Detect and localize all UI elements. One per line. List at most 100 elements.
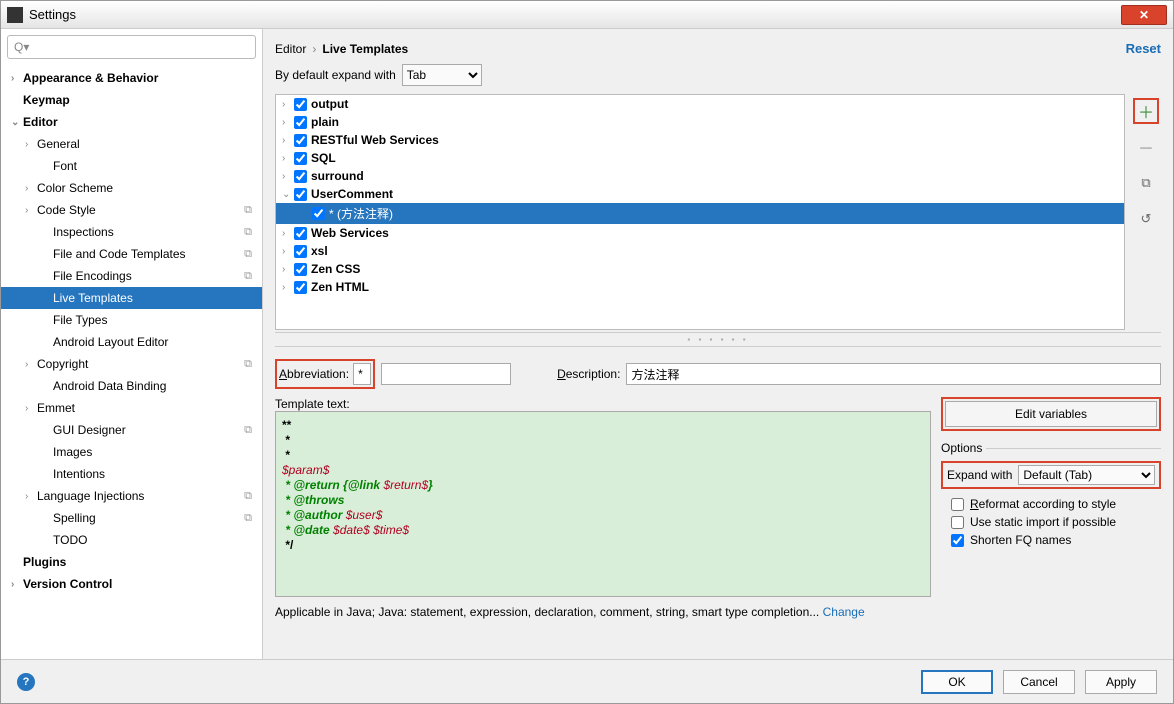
template-item[interactable]: ›surround	[276, 167, 1124, 185]
sidebar-item-label: Keymap	[23, 93, 70, 107]
sidebar-item[interactable]: ›Emmet	[1, 397, 262, 419]
sidebar: Q▾ ›Appearance & BehaviorKeymap⌄Editor›G…	[1, 29, 263, 659]
scope-icon: ⧉	[244, 512, 252, 525]
settings-tree[interactable]: ›Appearance & BehaviorKeymap⌄Editor›Gene…	[1, 65, 262, 659]
template-label: xsl	[311, 244, 328, 258]
sidebar-item-label: Emmet	[37, 401, 75, 415]
edit-variables-button[interactable]: Edit variables	[945, 401, 1157, 427]
sidebar-item-label: Editor	[23, 115, 58, 129]
chevron-icon: ›	[282, 171, 294, 182]
abbreviation-label: Abbreviation:	[279, 367, 349, 381]
scope-icon: ⧉	[244, 248, 252, 261]
template-checkbox[interactable]	[294, 152, 307, 165]
sidebar-item[interactable]: Spelling⧉	[1, 507, 262, 529]
description-input[interactable]	[626, 363, 1161, 385]
sidebar-item[interactable]: File and Code Templates⧉	[1, 243, 262, 265]
sidebar-item-label: Code Style	[37, 203, 96, 217]
sidebar-item[interactable]: Android Layout Editor	[1, 331, 262, 353]
sidebar-item[interactable]: ›Code Style⧉	[1, 199, 262, 221]
template-item[interactable]: ›Web Services	[276, 224, 1124, 242]
sidebar-item[interactable]: Android Data Binding	[1, 375, 262, 397]
sidebar-item-label: Inspections	[53, 225, 114, 239]
sidebar-item[interactable]: ›Version Control	[1, 573, 262, 595]
sidebar-item[interactable]: ›Appearance & Behavior	[1, 67, 262, 89]
template-checkbox[interactable]	[294, 281, 307, 294]
template-checkbox[interactable]	[294, 188, 307, 201]
options-title: Options	[941, 441, 982, 455]
sidebar-item[interactable]: Images	[1, 441, 262, 463]
sidebar-item[interactable]: Inspections⧉	[1, 221, 262, 243]
template-item[interactable]: ⌄UserComment	[276, 185, 1124, 203]
ok-button[interactable]: OK	[921, 670, 993, 694]
template-item[interactable]: ›output	[276, 95, 1124, 113]
template-checkbox[interactable]	[294, 98, 307, 111]
drag-handle[interactable]: ▪ ▪ ▪ ▪ ▪ ▪	[275, 332, 1161, 347]
abbreviation-row: Abbreviation: Description:	[275, 359, 1161, 389]
template-checkbox[interactable]	[294, 134, 307, 147]
static-import-checkbox[interactable]	[951, 516, 964, 529]
sidebar-item[interactable]: GUI Designer⧉	[1, 419, 262, 441]
chevron-icon: ⌄	[282, 189, 294, 200]
options-box: Options Expand with Default (Tab) Reform…	[941, 441, 1161, 549]
chevron-icon: ›	[282, 135, 294, 146]
sidebar-item[interactable]: File Encodings⧉	[1, 265, 262, 287]
chevron-icon: ›	[282, 117, 294, 128]
template-item[interactable]: ›Zen HTML	[276, 278, 1124, 296]
reset-link[interactable]: Reset	[1126, 41, 1161, 56]
sidebar-item[interactable]: Intentions	[1, 463, 262, 485]
search-input[interactable]	[33, 40, 249, 54]
template-checkbox[interactable]	[294, 227, 307, 240]
remove-template-button[interactable]: －	[1133, 134, 1159, 160]
template-checkbox[interactable]	[312, 207, 325, 220]
shorten-fq-label: Shorten FQ names	[970, 533, 1071, 547]
template-item[interactable]: ›plain	[276, 113, 1124, 131]
add-template-button[interactable]: ＋	[1133, 98, 1159, 124]
dialog-footer: ? OK Cancel Apply	[1, 659, 1173, 703]
sidebar-item[interactable]: ⌄Editor	[1, 111, 262, 133]
help-button[interactable]: ?	[17, 673, 35, 691]
abbreviation-full-input[interactable]	[381, 363, 511, 385]
template-item[interactable]: * (方法注释)	[276, 203, 1124, 224]
chevron-icon: ›	[11, 73, 23, 84]
expand-with-select[interactable]: Default (Tab)	[1018, 465, 1155, 485]
templates-list[interactable]: ›output›plain›RESTful Web Services›SQL›s…	[275, 94, 1125, 330]
template-label: output	[311, 97, 348, 111]
change-context-link[interactable]: Change	[823, 605, 865, 619]
sidebar-item[interactable]: Plugins	[1, 551, 262, 573]
window-title: Settings	[29, 7, 1121, 22]
search-box[interactable]: Q▾	[7, 35, 256, 59]
sidebar-item-label: Intentions	[53, 467, 105, 481]
chevron-icon: ›	[25, 491, 37, 502]
apply-button[interactable]: Apply	[1085, 670, 1157, 694]
template-item[interactable]: ›xsl	[276, 242, 1124, 260]
template-text-editor[interactable]: ** * * $param$ * @return {@link $return$…	[275, 411, 931, 597]
breadcrumb: Editor › Live Templates Reset	[275, 39, 1161, 64]
restore-template-button[interactable]: ↺	[1133, 206, 1159, 232]
template-checkbox[interactable]	[294, 116, 307, 129]
copy-template-button[interactable]: ⧉	[1133, 170, 1159, 196]
sidebar-item[interactable]: ›Copyright⧉	[1, 353, 262, 375]
reformat-checkbox[interactable]	[951, 498, 964, 511]
sidebar-item-label: Appearance & Behavior	[23, 71, 158, 85]
sidebar-item[interactable]: TODO	[1, 529, 262, 551]
sidebar-item[interactable]: Keymap	[1, 89, 262, 111]
default-expand-select[interactable]: Tab	[402, 64, 482, 86]
template-checkbox[interactable]	[294, 263, 307, 276]
template-checkbox[interactable]	[294, 170, 307, 183]
close-button[interactable]: ✕	[1121, 5, 1167, 25]
template-checkbox[interactable]	[294, 245, 307, 258]
template-item[interactable]: ›Zen CSS	[276, 260, 1124, 278]
shorten-fq-checkbox[interactable]	[951, 534, 964, 547]
description-label: Description:	[557, 367, 620, 381]
abbreviation-input[interactable]	[353, 363, 371, 385]
sidebar-item[interactable]: Live Templates	[1, 287, 262, 309]
sidebar-item[interactable]: Font	[1, 155, 262, 177]
template-item[interactable]: ›SQL	[276, 149, 1124, 167]
applicable-row: Applicable in Java; Java: statement, exp…	[275, 605, 1161, 627]
sidebar-item[interactable]: File Types	[1, 309, 262, 331]
sidebar-item[interactable]: ›Color Scheme	[1, 177, 262, 199]
sidebar-item[interactable]: ›General	[1, 133, 262, 155]
template-item[interactable]: ›RESTful Web Services	[276, 131, 1124, 149]
cancel-button[interactable]: Cancel	[1003, 670, 1075, 694]
sidebar-item[interactable]: ›Language Injections⧉	[1, 485, 262, 507]
